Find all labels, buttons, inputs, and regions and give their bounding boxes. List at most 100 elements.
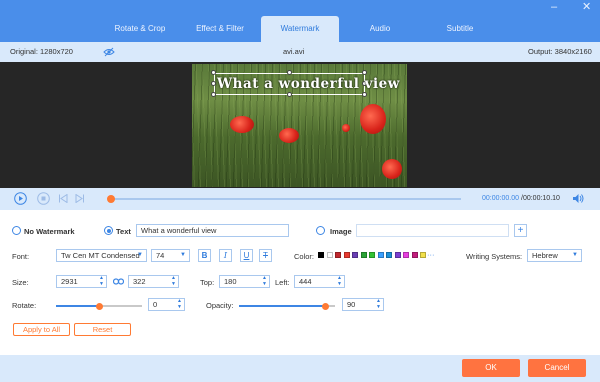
- next-frame-icon[interactable]: [75, 194, 85, 203]
- tab-watermark[interactable]: Watermark: [261, 16, 339, 42]
- bold-button[interactable]: B: [198, 249, 211, 262]
- color-swatch[interactable]: [386, 252, 392, 258]
- color-swatch[interactable]: [420, 252, 426, 258]
- watermark-text-overlay[interactable]: What a wonderful view: [217, 76, 400, 92]
- font-label: Font:: [12, 252, 30, 261]
- stepper-arrows-icon[interactable]: ▲ ▼: [171, 276, 176, 287]
- link-icon[interactable]: [113, 277, 124, 286]
- close-button[interactable]: ✕: [582, 2, 591, 13]
- reset-button[interactable]: Reset: [74, 323, 131, 336]
- tab-effect-filter[interactable]: Effect & Filter: [180, 16, 260, 42]
- info-bar: Original: 1280x720 avi.avi Output: 3840x…: [0, 42, 600, 62]
- opacity-slider-thumb[interactable]: [321, 302, 329, 310]
- poppy-image: [382, 159, 402, 179]
- tab-subtitle[interactable]: Subtitle: [420, 16, 500, 42]
- eye-hidden-icon[interactable]: [103, 47, 115, 57]
- left-stepper[interactable]: 444 ▲ ▼: [294, 275, 345, 288]
- color-swatch[interactable]: [403, 252, 409, 258]
- poppy-image: [279, 128, 299, 143]
- timeline-track[interactable]: [111, 198, 461, 200]
- image-watermark-label: Image: [330, 227, 352, 236]
- color-swatch[interactable]: [352, 252, 358, 258]
- no-watermark-radio[interactable]: [12, 226, 21, 235]
- writing-system-select[interactable]: Hebrew ▼: [527, 249, 582, 262]
- add-image-button[interactable]: +: [514, 224, 527, 237]
- resize-handle[interactable]: [287, 92, 292, 97]
- title-bar: Rotate & Crop Effect & Filter Watermark …: [0, 0, 600, 42]
- stepper-arrows-icon[interactable]: ▲ ▼: [262, 276, 267, 287]
- poppy-image: [342, 124, 350, 132]
- height-stepper[interactable]: 322 ▲ ▼: [128, 275, 179, 288]
- color-swatch[interactable]: [326, 252, 333, 258]
- color-label: Color:: [294, 252, 315, 261]
- rotate-slider-fill: [56, 305, 99, 307]
- font-family-value: Tw Cen MT Condensed: [61, 251, 140, 260]
- video-frame: What a wonderful view: [192, 64, 407, 187]
- chevron-down-icon: ▼: [572, 252, 578, 258]
- color-swatch[interactable]: [377, 252, 384, 258]
- stop-icon[interactable]: [37, 192, 50, 205]
- left-label: Left:: [275, 278, 290, 287]
- image-watermark-radio[interactable]: [316, 226, 325, 235]
- color-swatch[interactable]: [318, 252, 324, 258]
- resize-handle[interactable]: [362, 70, 367, 75]
- preview-area: What a wonderful view: [0, 62, 600, 188]
- color-swatch[interactable]: [411, 252, 418, 258]
- text-watermark-label: Text: [116, 227, 131, 236]
- no-watermark-label: No Watermark: [24, 227, 75, 236]
- strikethrough-button[interactable]: T: [259, 249, 272, 262]
- cancel-button[interactable]: Cancel: [528, 359, 586, 377]
- resize-handle[interactable]: [211, 92, 216, 97]
- top-label: Top:: [200, 278, 215, 287]
- rotate-stepper[interactable]: 0 ▲ ▼: [148, 298, 185, 311]
- stepper-arrows-icon[interactable]: ▲ ▼: [337, 276, 342, 287]
- rotate-slider-thumb[interactable]: [95, 302, 103, 310]
- original-resolution: Original: 1280x720: [10, 47, 73, 56]
- ok-button[interactable]: OK: [462, 359, 520, 377]
- text-watermark-radio[interactable]: [104, 226, 113, 235]
- color-swatch[interactable]: [360, 252, 367, 258]
- rotate-label: Rotate:: [12, 301, 37, 310]
- play-icon[interactable]: [14, 192, 27, 205]
- top-stepper[interactable]: 180 ▲ ▼: [219, 275, 270, 288]
- color-swatch[interactable]: [335, 252, 341, 258]
- size-label: Size:: [12, 278, 29, 287]
- height-value: 322: [133, 277, 146, 286]
- rotate-value: 0: [153, 300, 158, 309]
- previous-frame-icon[interactable]: [58, 194, 68, 203]
- width-stepper[interactable]: 2931 ▲ ▼: [56, 275, 107, 288]
- more-colors-button[interactable]: ···: [427, 250, 435, 259]
- chevron-down-icon: ▼: [180, 252, 186, 258]
- width-value: 2931: [61, 277, 78, 286]
- color-swatch[interactable]: [394, 252, 401, 258]
- poppy-image: [230, 116, 254, 133]
- image-path-input[interactable]: [356, 224, 509, 237]
- opacity-label: Opacity:: [206, 301, 234, 310]
- tab-audio[interactable]: Audio: [340, 16, 420, 42]
- writing-systems-label: Writing Systems:: [466, 252, 523, 261]
- stepper-arrows-icon[interactable]: ▲ ▼: [99, 276, 104, 287]
- resize-handle[interactable]: [287, 70, 292, 75]
- font-size-select[interactable]: 74 ▼: [151, 249, 190, 262]
- watermark-text-input[interactable]: What a wonderful view: [136, 224, 289, 237]
- minimize-button[interactable]: –: [551, 2, 557, 13]
- speaker-icon[interactable]: [572, 193, 584, 204]
- underline-button[interactable]: U: [240, 249, 253, 262]
- stepper-arrows-icon[interactable]: ▲ ▼: [376, 299, 381, 310]
- stepper-arrows-icon[interactable]: ▲ ▼: [177, 299, 182, 310]
- resize-handle[interactable]: [211, 70, 216, 75]
- font-family-select[interactable]: Tw Cen MT Condensed ▼: [56, 249, 147, 262]
- italic-button[interactable]: I: [219, 249, 232, 262]
- tab-rotate-crop[interactable]: Rotate & Crop: [100, 16, 180, 42]
- resize-handle[interactable]: [362, 92, 367, 97]
- color-swatch[interactable]: [369, 252, 375, 258]
- timeline-thumb[interactable]: [107, 195, 115, 203]
- writing-system-value: Hebrew: [532, 251, 558, 260]
- apply-to-all-button[interactable]: Apply to All: [13, 323, 70, 336]
- resize-handle[interactable]: [211, 81, 216, 86]
- footer-bar: OK Cancel: [0, 355, 600, 382]
- font-size-value: 74: [156, 251, 165, 260]
- opacity-stepper[interactable]: 90 ▲ ▼: [342, 298, 384, 311]
- color-swatch[interactable]: [343, 252, 350, 258]
- opacity-slider-fill: [239, 305, 326, 307]
